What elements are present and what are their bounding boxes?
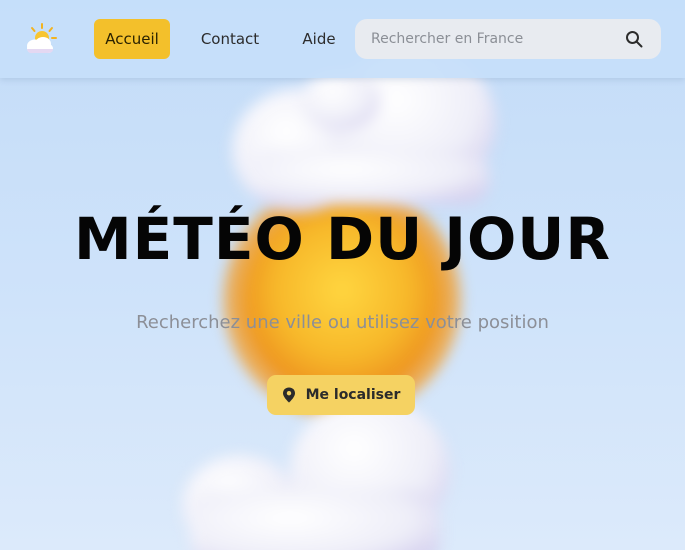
nav-contact-button[interactable]: Contact [190,19,270,59]
nav-home-button[interactable]: Accueil [94,19,170,59]
cloud-bottom-icon [182,398,450,550]
top-nav-bar: Accueil Contact Aide [0,0,685,78]
locate-me-label: Me localiser [305,387,401,403]
map-pin-icon [282,387,295,403]
sun-cloud-icon[interactable] [22,22,58,56]
search-input[interactable] [355,19,615,59]
search-icon[interactable] [625,30,643,48]
nav-help-button[interactable]: Aide [290,19,348,59]
search-box [355,19,661,59]
locate-me-button[interactable]: Me localiser [267,375,415,415]
page-title: MÉTÉO DU JOUR [73,205,612,273]
weather-illustration [182,46,496,550]
page-subtitle: Recherchez une ville ou utilisez votre p… [136,312,549,333]
